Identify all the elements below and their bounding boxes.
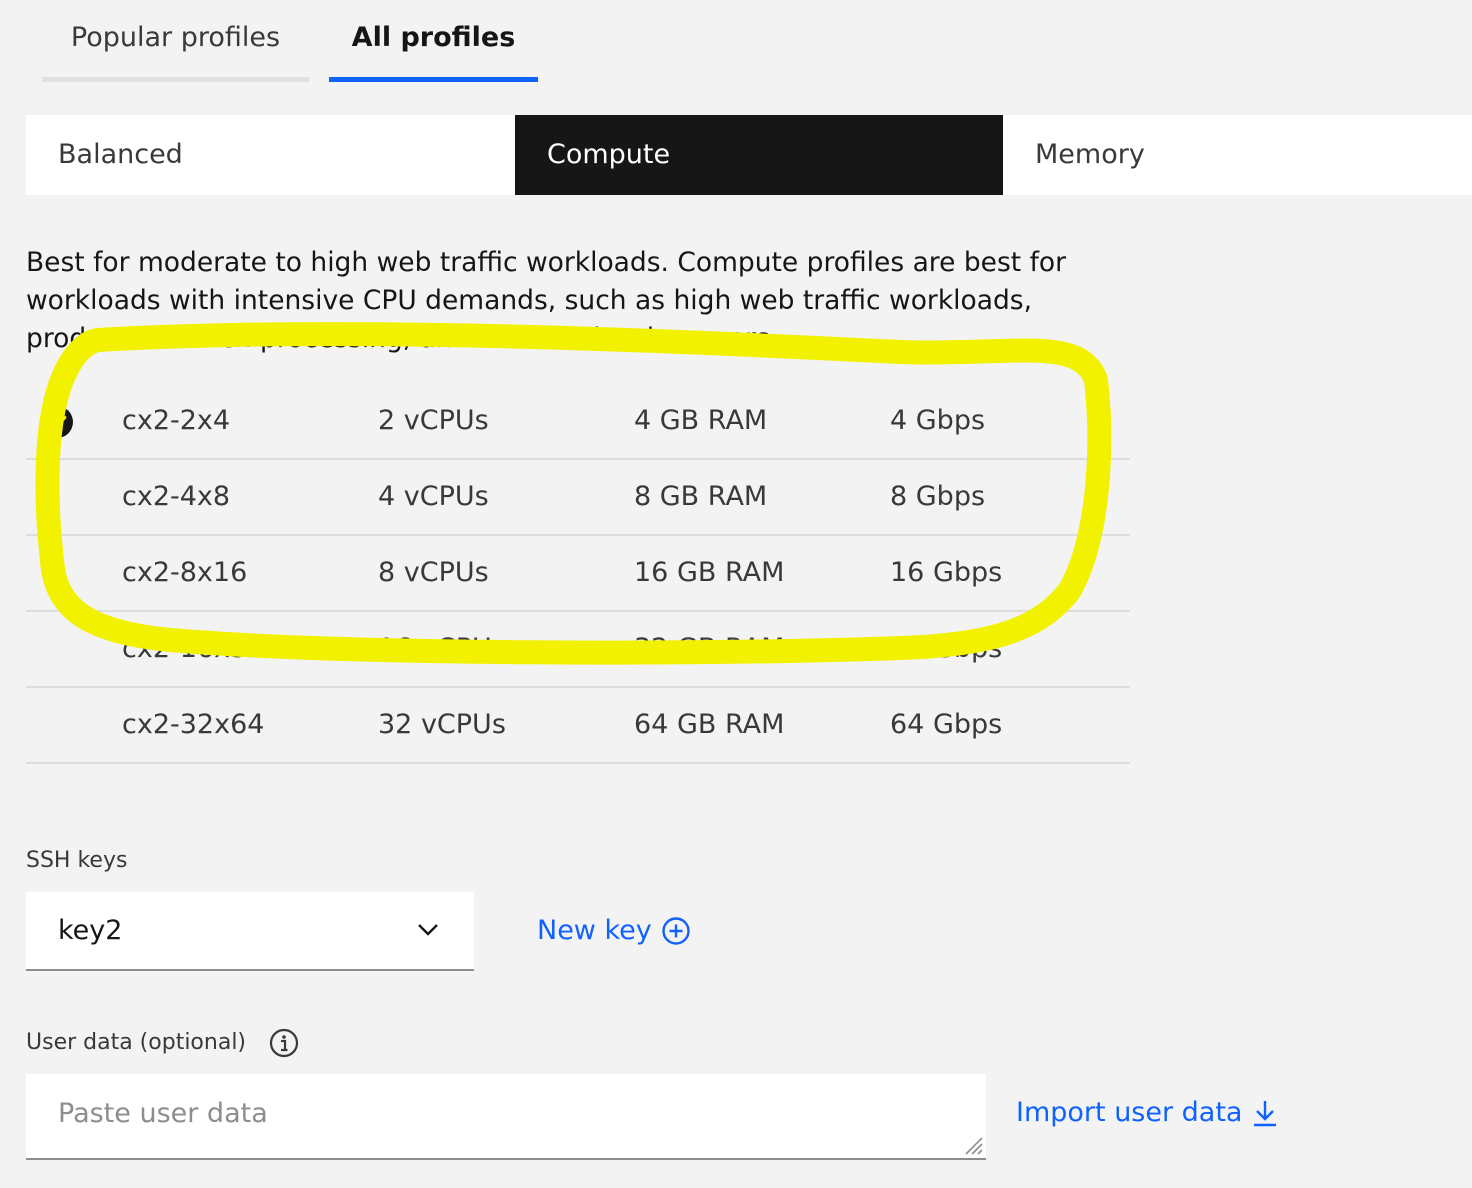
checkmark-filled-icon <box>41 406 73 438</box>
profile-name: cx2-16x32 <box>122 633 265 664</box>
profile-ram: 16 GB RAM <box>634 557 785 588</box>
profile-bandwidth: 4 Gbps <box>890 405 986 436</box>
profile-name: cx2-32x64 <box>122 709 265 740</box>
profile-name: cx2-2x4 <box>122 405 231 436</box>
profile-vcpu: 32 vCPUs <box>378 709 506 740</box>
user-data-placeholder: Paste user data <box>58 1098 268 1129</box>
profile-vcpu: 2 vCPUs <box>378 405 489 436</box>
new-key-link[interactable]: New key <box>537 908 690 954</box>
profile-row[interactable]: cx2-32x64 32 vCPUs 64 GB RAM 64 Gbps <box>26 688 1130 764</box>
profile-bandwidth: 64 Gbps <box>890 709 1003 740</box>
ssh-key-dropdown[interactable]: key2 <box>26 892 474 971</box>
profile-bandwidth: 8 Gbps <box>890 481 986 512</box>
profile-family-description: Best for moderate to high web traffic wo… <box>26 247 1067 354</box>
profile-ram: 32 GB RAM <box>634 633 785 664</box>
profile-table: cx2-2x4 2 vCPUs 4 GB RAM 4 Gbps cx2-4x8 … <box>26 384 1130 764</box>
tab-all-profiles[interactable]: All profiles <box>329 0 538 82</box>
profile-bandwidth: 16 Gbps <box>890 557 1003 588</box>
download-icon <box>1254 1101 1276 1127</box>
import-user-data-link[interactable]: Import user data <box>1016 1090 1276 1136</box>
import-user-data-label: Import user data <box>1016 1097 1243 1128</box>
profile-vcpu: 16 vCPUs <box>378 633 506 664</box>
ssh-keys-label: SSH keys <box>26 848 128 873</box>
profile-name: cx2-8x16 <box>122 557 248 588</box>
profile-row[interactable]: cx2-8x16 8 vCPUs 16 GB RAM 16 Gbps <box>26 536 1130 612</box>
user-data-label: User data (optional) <box>26 1030 247 1055</box>
profile-vcpu: 8 vCPUs <box>378 557 489 588</box>
profile-row[interactable]: cx2-2x4 2 vCPUs 4 GB RAM 4 Gbps <box>26 384 1130 460</box>
switch-memory[interactable]: Memory <box>1003 115 1472 195</box>
profile-ram: 8 GB RAM <box>634 481 768 512</box>
profile-row[interactable]: cx2-4x8 4 vCPUs 8 GB RAM 8 Gbps <box>26 460 1130 536</box>
profile-name: cx2-4x8 <box>122 481 231 512</box>
resize-grip-icon[interactable] <box>962 1134 984 1156</box>
profile-row[interactable]: cx2-16x32 16 vCPUs 32 GB RAM 32 Gbps <box>26 612 1130 688</box>
switch-compute[interactable]: Compute <box>515 115 1003 195</box>
user-data-textarea[interactable]: Paste user data <box>26 1074 986 1160</box>
profile-ram: 64 GB RAM <box>634 709 785 740</box>
ssh-key-selected-value: key2 <box>58 915 123 946</box>
profile-vcpu: 4 vCPUs <box>378 481 489 512</box>
tab-popular-profiles[interactable]: Popular profiles <box>42 0 309 82</box>
switch-balanced[interactable]: Balanced <box>26 115 515 195</box>
profile-bandwidth: 32 Gbps <box>890 633 1003 664</box>
profile-family-switcher: Balanced Compute Memory <box>26 115 1472 195</box>
profile-ram: 4 GB RAM <box>634 405 768 436</box>
chevron-down-icon <box>418 924 438 936</box>
new-key-label: New key <box>537 915 652 946</box>
information-icon[interactable] <box>268 1027 300 1059</box>
add-circle-icon <box>662 917 690 945</box>
